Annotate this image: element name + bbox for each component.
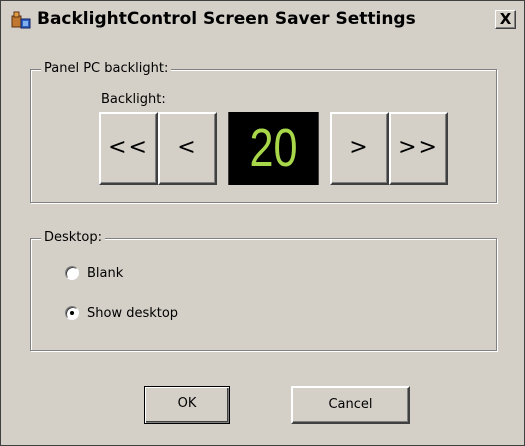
close-icon: X bbox=[499, 10, 512, 28]
panel-backlight-legend: Panel PC backlight: bbox=[41, 61, 172, 76]
ok-button[interactable]: OK bbox=[144, 386, 230, 424]
close-button[interactable]: X bbox=[495, 10, 516, 29]
radio-blank-label[interactable]: Blank bbox=[87, 265, 123, 282]
backlight-label: Backlight: bbox=[101, 92, 166, 107]
desktop-legend: Desktop: bbox=[41, 230, 105, 245]
settings-dialog: BacklightControl Screen Saver Settings X… bbox=[0, 0, 525, 446]
desktop-group: Desktop: bbox=[30, 230, 497, 351]
window-title: BacklightControl Screen Saver Settings bbox=[37, 9, 416, 29]
radio-show-desktop-label[interactable]: Show desktop bbox=[87, 305, 178, 322]
title-bar[interactable]: BacklightControl Screen Saver Settings X bbox=[1, 1, 524, 37]
backlight-value-display: 20 bbox=[228, 112, 319, 185]
app-icon bbox=[11, 11, 31, 29]
increase-button[interactable]: > bbox=[330, 112, 389, 185]
fast-increase-button[interactable]: >> bbox=[389, 112, 448, 185]
radio-selected-dot bbox=[70, 311, 74, 315]
fast-decrease-button[interactable]: << bbox=[99, 112, 158, 185]
cancel-button[interactable]: Cancel bbox=[291, 386, 410, 424]
radio-show-desktop-circle[interactable] bbox=[65, 306, 79, 320]
radio-blank-circle[interactable] bbox=[65, 266, 79, 280]
decrease-button[interactable]: < bbox=[158, 112, 217, 185]
